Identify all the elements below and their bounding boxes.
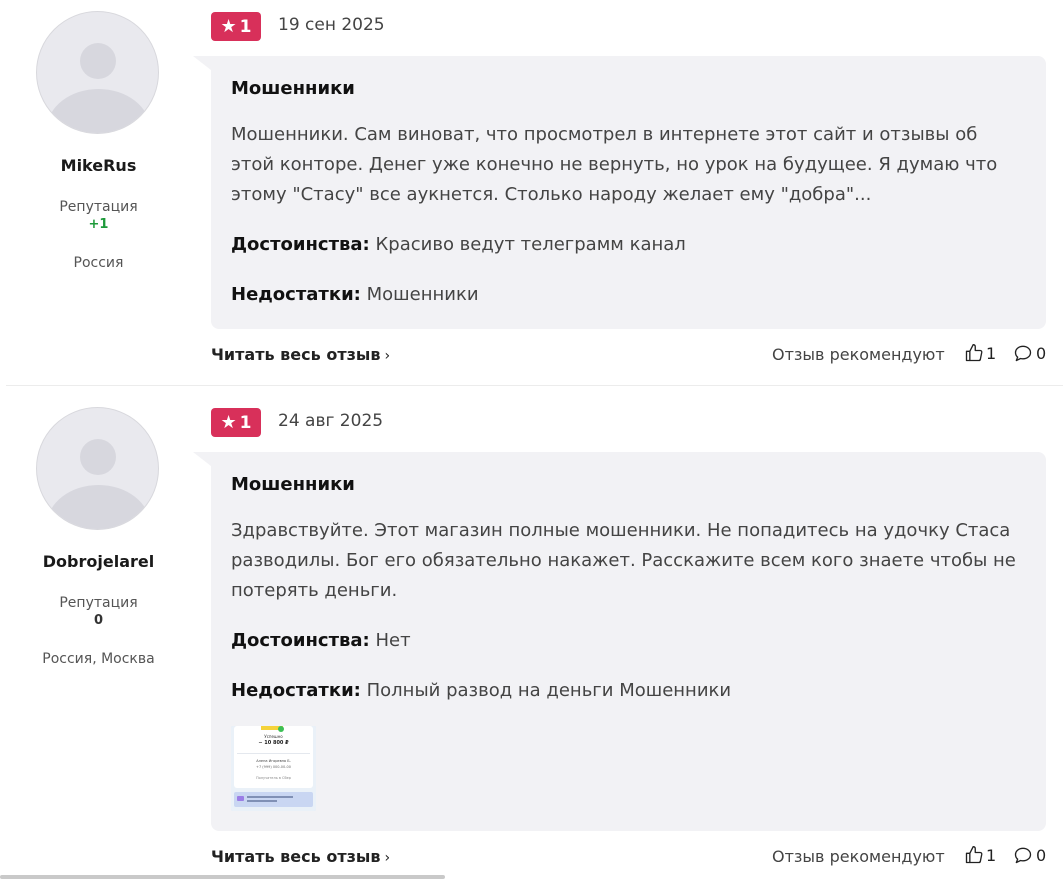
- author-name[interactable]: Dobrojelarel: [0, 552, 197, 571]
- read-more-label: Читать весь отзыв: [211, 847, 381, 866]
- like-button[interactable]: 1: [964, 845, 996, 865]
- rating-value: 1: [239, 16, 252, 37]
- reputation-value: +1: [88, 217, 109, 232]
- review-date: 24 авг 2025: [278, 411, 384, 431]
- rating-badge: ★ 1: [211, 12, 261, 41]
- avatar[interactable]: [36, 407, 159, 530]
- review-title[interactable]: Мошенники: [231, 474, 355, 495]
- like-button[interactable]: 1: [964, 343, 996, 363]
- like-count: 1: [986, 343, 997, 363]
- avatar-body: [47, 89, 150, 133]
- like-count: 1: [986, 845, 997, 865]
- receipt-footer-line: [247, 796, 293, 798]
- pros-text: Нет: [375, 630, 411, 651]
- star-icon: ★: [220, 15, 237, 37]
- avatar-head: [80, 439, 116, 475]
- review-pros: Достоинства: Красиво ведут телеграмм кан…: [231, 234, 686, 255]
- star-icon: ★: [220, 411, 237, 433]
- review-text: Здравствуйте. Этот магазин полные мошенн…: [231, 520, 1016, 601]
- comment-icon: [1014, 345, 1032, 362]
- review-card: Dobrojelarel Репутация 0 Россия, Москва …: [0, 386, 1063, 879]
- receipt-recipient: Алена Игоревна Б.: [256, 759, 291, 763]
- review-card: MikeRus Репутация +1 Россия ★ 1 19 сен 2…: [0, 0, 1063, 385]
- read-more-label: Читать весь отзыв: [211, 345, 381, 364]
- review-date: 19 сен 2025: [278, 15, 385, 35]
- thumbs-up-icon: [965, 846, 983, 864]
- avatar-body: [47, 485, 150, 529]
- review-title[interactable]: Мошенники: [231, 78, 355, 99]
- receipt-note: Получатель в Сбер: [255, 776, 292, 780]
- avatar-head: [80, 43, 116, 79]
- chevron-right-icon: ›: [384, 348, 391, 364]
- review-cons: Недостатки: Мошенники: [231, 284, 479, 305]
- receipt-phone: +7 (999) 000-00-00: [256, 765, 291, 769]
- rating-badge: ★ 1: [211, 408, 261, 437]
- reputation-label: Репутация: [59, 199, 138, 215]
- success-check-icon: [278, 726, 284, 732]
- comment-count: 0: [1036, 845, 1047, 865]
- review-body: Мошенники Здравствуйте. Этот магазин пол…: [193, 452, 1046, 831]
- cons-label: Недостатки:: [231, 284, 361, 305]
- receipt-amount: − 10 800 ₽: [258, 740, 289, 746]
- review-pros: Достоинства: Нет: [231, 630, 411, 651]
- reputation-value: 0: [93, 613, 104, 628]
- thumbs-up-icon: [965, 344, 983, 362]
- cons-label: Недостатки:: [231, 680, 361, 701]
- read-full-review-link[interactable]: Читать весь отзыв ›: [211, 847, 390, 866]
- horizontal-scrollbar[interactable]: [0, 875, 445, 879]
- pros-label: Достоинства:: [231, 630, 370, 651]
- author-name[interactable]: MikeRus: [0, 156, 197, 175]
- receipt-footer-badge: [237, 796, 244, 801]
- recommend-label: Отзыв рекомендуют: [772, 847, 945, 866]
- avatar[interactable]: [36, 11, 159, 134]
- attachment-thumbnail[interactable]: Успешно − 10 800 ₽ Алена Игоревна Б. +7 …: [231, 726, 316, 811]
- review-cons: Недостатки: Полный развод на деньги Моше…: [231, 680, 731, 701]
- comments-button[interactable]: 0: [1013, 343, 1046, 363]
- author-location: Россия: [73, 255, 124, 271]
- receipt-status: Успешно: [264, 734, 283, 739]
- receipt-footer-line: [247, 800, 277, 802]
- receipt-divider: [237, 753, 310, 754]
- comment-count: 0: [1036, 343, 1047, 363]
- comment-icon: [1014, 847, 1032, 864]
- recommend-label: Отзыв рекомендуют: [772, 345, 945, 364]
- reputation-label: Репутация: [59, 595, 138, 611]
- pros-label: Достоинства:: [231, 234, 370, 255]
- rating-value: 1: [239, 412, 252, 433]
- pros-text: Красиво ведут телеграмм канал: [375, 234, 686, 255]
- review-body: Мошенники Мошенники. Сам виноват, что пр…: [193, 56, 1046, 329]
- comments-button[interactable]: 0: [1013, 845, 1046, 865]
- chevron-right-icon: ›: [384, 850, 391, 866]
- read-full-review-link[interactable]: Читать весь отзыв ›: [211, 345, 390, 364]
- cons-text: Полный развод на деньги Мошенники: [366, 680, 732, 701]
- cons-text: Мошенники: [366, 284, 479, 305]
- author-location: Россия, Москва: [42, 651, 155, 667]
- review-text: Мошенники. Сам виноват, что просмотрел в…: [231, 124, 998, 205]
